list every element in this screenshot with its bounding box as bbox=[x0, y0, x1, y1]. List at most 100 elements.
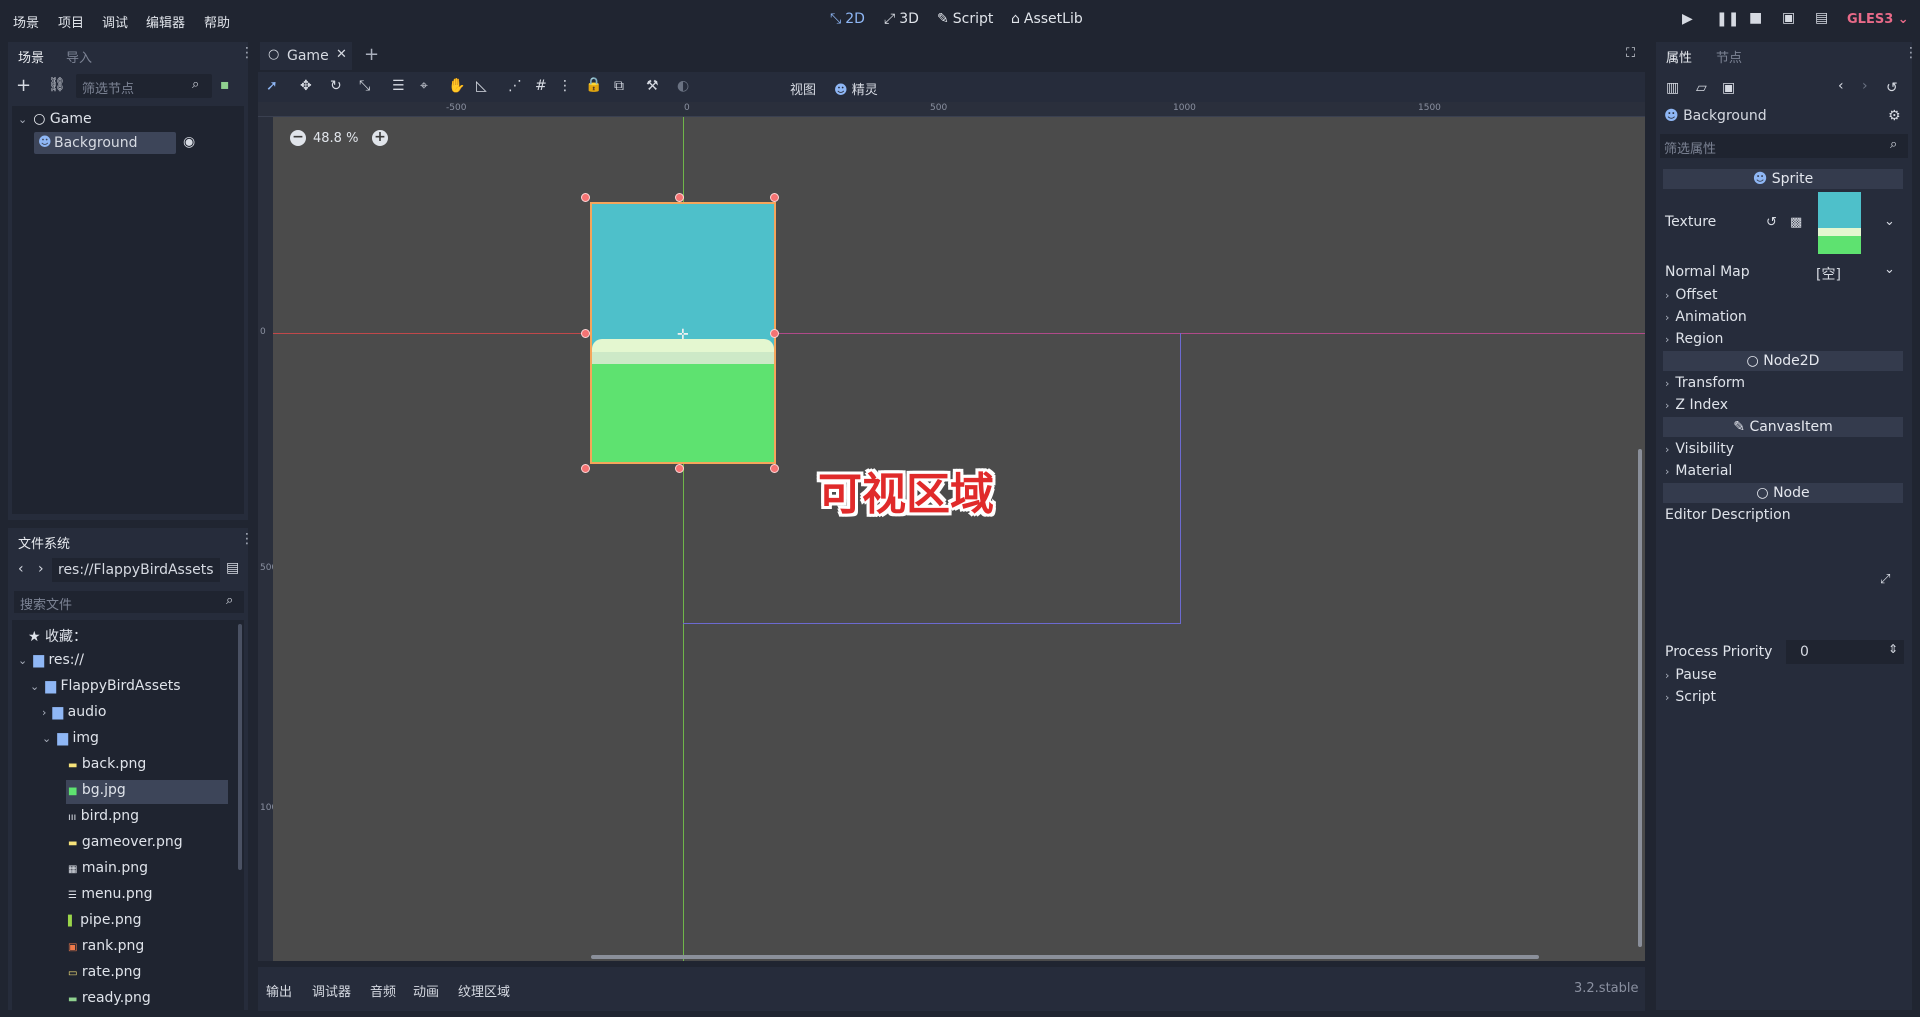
tree-item-background[interactable]: ☻ Background bbox=[34, 132, 176, 154]
forward-icon[interactable]: › bbox=[38, 561, 44, 577]
forward-icon[interactable]: › bbox=[1862, 78, 1868, 94]
ruler-icon[interactable]: ◺ bbox=[476, 78, 487, 94]
tab-texture-region[interactable]: 纹理区域 bbox=[458, 981, 510, 1000]
search-files-input[interactable]: 搜索文件 ⌕ bbox=[14, 591, 244, 613]
file-item[interactable]: ▬ ready.png bbox=[68, 990, 151, 1006]
tab-scene[interactable]: 场景 bbox=[10, 42, 53, 68]
snap-icon[interactable]: ⋰ bbox=[508, 78, 522, 94]
add-node-icon[interactable]: + bbox=[16, 75, 31, 96]
resize-handle[interactable] bbox=[770, 193, 779, 202]
resize-handle[interactable] bbox=[770, 464, 779, 473]
section-node[interactable]: ○ Node bbox=[1663, 483, 1903, 503]
menu-project[interactable]: 项目 bbox=[58, 12, 84, 31]
list-select-icon[interactable]: ☰ bbox=[392, 78, 405, 94]
editor-description-field[interactable] bbox=[1663, 528, 1871, 634]
canvas-viewport[interactable]: − 48.8 % + ✛ 可视区域 bbox=[273, 117, 1645, 961]
folder-flappybirdassets[interactable]: ⌄ ▆ FlappyBirdAssets bbox=[30, 678, 181, 694]
section-sprite[interactable]: ☻ Sprite bbox=[1663, 169, 1903, 189]
tab-filesystem[interactable]: 文件系统 bbox=[10, 528, 79, 554]
menu-scene[interactable]: 场景 bbox=[13, 12, 39, 31]
tab-game[interactable]: ○ Game ✕ bbox=[260, 42, 352, 70]
object-settings-icon[interactable]: ⚙ bbox=[1888, 108, 1901, 124]
tab-audio[interactable]: 音频 bbox=[370, 981, 396, 1000]
save-icon[interactable]: ▣ bbox=[1722, 80, 1735, 96]
scrollbar[interactable] bbox=[238, 624, 242, 870]
resize-handle[interactable] bbox=[675, 193, 684, 202]
play-icon[interactable]: ▶ bbox=[1682, 11, 1693, 27]
back-icon[interactable]: ‹ bbox=[1838, 78, 1844, 94]
view-menu[interactable]: 视图 bbox=[790, 79, 816, 98]
dock-menu-icon[interactable]: ⋮ bbox=[1904, 45, 1918, 61]
add-tab-icon[interactable]: + bbox=[364, 44, 379, 65]
link-icon[interactable]: ⛓ bbox=[48, 77, 66, 93]
file-item[interactable]: ☰ menu.png bbox=[68, 886, 153, 902]
group-offset[interactable]: › Offset bbox=[1665, 287, 1717, 303]
group-pause[interactable]: › Pause bbox=[1665, 667, 1717, 683]
filter-nodes-input[interactable]: 筛选节点 ⌕ bbox=[76, 74, 212, 98]
history-icon[interactable]: ↺ bbox=[1886, 80, 1898, 96]
play-custom-icon[interactable]: ▤ bbox=[1815, 10, 1828, 26]
zoom-out-icon[interactable]: − bbox=[290, 130, 306, 146]
normal-map-value[interactable]: [空] bbox=[1816, 264, 1841, 284]
checker-icon[interactable]: ▩ bbox=[1790, 215, 1802, 230]
group-region[interactable]: › Region bbox=[1665, 331, 1723, 347]
group-visibility[interactable]: › Visibility bbox=[1665, 441, 1734, 457]
scale-tool-icon[interactable]: ⤡ bbox=[359, 78, 370, 94]
more-icon[interactable]: ⋮ bbox=[558, 78, 572, 94]
resize-handle[interactable] bbox=[581, 464, 590, 473]
open-folder-icon[interactable]: ▱ bbox=[1696, 80, 1707, 96]
visibility-eye-icon[interactable]: ◉ bbox=[183, 134, 195, 150]
filter-properties-input[interactable]: 筛选属性 ⌕ bbox=[1660, 134, 1908, 158]
back-icon[interactable]: ‹ bbox=[18, 561, 24, 577]
tab-debugger[interactable]: 调试器 bbox=[312, 981, 351, 1000]
texture-preview[interactable] bbox=[1818, 192, 1861, 254]
mode-assetlib-button[interactable]: ⌂ AssetLib bbox=[1011, 11, 1083, 27]
renderer-select[interactable]: GLES3 ⌄ bbox=[1847, 12, 1909, 27]
expand-icon[interactable]: ⤢ bbox=[1880, 572, 1890, 587]
select-tool-icon[interactable]: ➚ bbox=[266, 78, 278, 94]
play-scene-icon[interactable]: ▣ bbox=[1782, 10, 1795, 26]
group-transform[interactable]: › Transform bbox=[1665, 375, 1745, 391]
lock-icon[interactable]: 🔒 bbox=[585, 77, 602, 93]
file-item[interactable]: ııı bird.png bbox=[68, 808, 139, 824]
file-item[interactable]: ■ bg.jpg bbox=[68, 782, 126, 798]
section-canvasitem[interactable]: ✎ CanvasItem bbox=[1663, 417, 1903, 437]
tab-import[interactable]: 导入 bbox=[58, 42, 100, 68]
section-node2d[interactable]: ○ Node2D bbox=[1663, 351, 1903, 371]
folder-img[interactable]: ⌄ ▆ img bbox=[42, 730, 99, 746]
chevron-down-icon[interactable]: ⌄ bbox=[1884, 262, 1895, 277]
fullscreen-icon[interactable]: ⛶ bbox=[1626, 46, 1635, 61]
folder-audio[interactable]: › ▆ audio bbox=[42, 704, 106, 720]
pivot-icon[interactable]: ⌖ bbox=[420, 78, 428, 94]
resize-handle[interactable] bbox=[581, 329, 590, 338]
mode-2d-button[interactable]: ⤡ 2D bbox=[830, 11, 865, 27]
path-field[interactable]: res://FlappyBirdAssets bbox=[52, 558, 220, 582]
tab-output[interactable]: 输出 bbox=[266, 981, 292, 1000]
file-item[interactable]: ▦ main.png bbox=[68, 860, 148, 876]
file-item[interactable]: ▭ rate.png bbox=[68, 964, 141, 980]
mode-script-button[interactable]: ✎ Script bbox=[937, 11, 993, 27]
group-zindex[interactable]: › Z Index bbox=[1665, 397, 1728, 413]
tab-inspector[interactable]: 属性 bbox=[1658, 42, 1701, 68]
tab-animation[interactable]: 动画 bbox=[413, 981, 439, 1000]
split-mode-icon[interactable]: ▤ bbox=[226, 560, 239, 576]
file-item[interactable]: ▬ gameover.png bbox=[68, 834, 183, 850]
pause-icon[interactable]: ❚❚ bbox=[1716, 11, 1739, 27]
bone-icon[interactable]: ⚒ bbox=[646, 78, 659, 94]
group-animation[interactable]: › Animation bbox=[1665, 309, 1747, 325]
group-script[interactable]: › Script bbox=[1665, 689, 1716, 705]
resize-handle[interactable] bbox=[675, 464, 684, 473]
new-resource-icon[interactable]: ▥ bbox=[1666, 80, 1679, 96]
folder-res[interactable]: ⌄ ▆ res:// bbox=[18, 652, 84, 668]
rotate-tool-icon[interactable]: ↻ bbox=[330, 78, 342, 94]
file-item[interactable]: ▣ rank.png bbox=[68, 938, 144, 954]
stop-icon[interactable]: ■ bbox=[1749, 10, 1762, 26]
group-material[interactable]: › Material bbox=[1665, 463, 1732, 479]
process-priority-spinbox[interactable]: 0 ⇕ bbox=[1786, 640, 1904, 664]
pan-hand-icon[interactable]: ✋ bbox=[448, 78, 465, 94]
menu-editor[interactable]: 编辑器 bbox=[146, 12, 185, 31]
favorites-item[interactable]: ★ 收藏： bbox=[28, 626, 87, 646]
mode-3d-button[interactable]: ⤢ 3D bbox=[884, 11, 919, 27]
tab-node[interactable]: 节点 bbox=[1708, 42, 1750, 68]
reset-icon[interactable]: ↺ bbox=[1766, 215, 1777, 230]
